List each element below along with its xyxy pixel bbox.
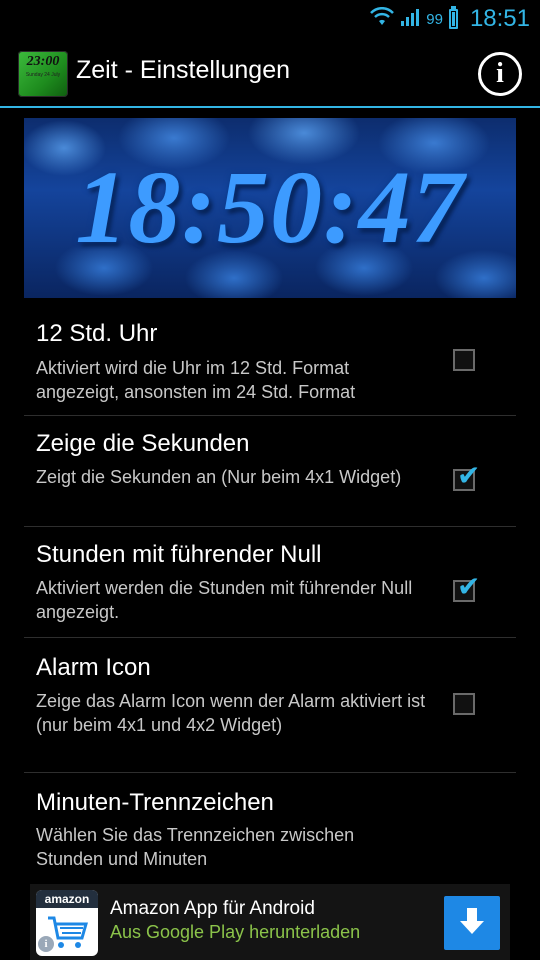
setting-summary: Wählen Sie das Trennzeichen zwischen Stu… bbox=[36, 825, 355, 869]
status-bar: 99 18:51 bbox=[0, 0, 540, 38]
page-title: Zeit - Einstellungen bbox=[76, 56, 291, 84]
setting-summary: Aktiviert wird die Uhr im 12 Std. Format… bbox=[36, 358, 356, 402]
ad-banner[interactable]: amazon i Amazon App für Android Aus Goog… bbox=[30, 884, 510, 960]
setting-12h-clock[interactable]: 12 Std. Uhr Aktiviert wird die Uhr im 12… bbox=[24, 306, 516, 416]
setting-summary: Zeigt die Sekunden an (Nur beim 4x1 Widg… bbox=[36, 467, 402, 487]
clock-preview: 18:50:47 bbox=[24, 118, 516, 298]
amazon-logo-text: amazon bbox=[44, 892, 90, 906]
ad-subtitle: Aus Google Play herunterladen bbox=[110, 922, 361, 942]
checkbox-12h-clock[interactable] bbox=[453, 349, 475, 371]
check-icon: ✔ bbox=[457, 460, 481, 491]
setting-leading-zero[interactable]: Stunden mit führender Null Aktiviert wer… bbox=[24, 527, 516, 638]
wifi-icon bbox=[370, 6, 395, 32]
settings-list: 12 Std. Uhr Aktiviert wird die Uhr im 12… bbox=[24, 306, 516, 883]
app-icon[interactable]: 23:00 Sunday 24 July bbox=[18, 51, 68, 97]
app-icon-time: 23:00 bbox=[26, 54, 60, 69]
signal-icon bbox=[400, 7, 420, 32]
setting-title: Stunden mit führender Null bbox=[36, 541, 322, 568]
setting-title: 12 Std. Uhr bbox=[36, 320, 158, 347]
download-button[interactable] bbox=[444, 896, 500, 950]
checkbox-alarm-icon[interactable] bbox=[453, 693, 475, 715]
setting-summary: Aktiviert werden die Stunden mit führend… bbox=[36, 578, 413, 622]
battery-percent: 99 bbox=[426, 10, 443, 28]
checkbox-show-seconds[interactable]: ✔ bbox=[453, 462, 480, 491]
status-icons: 99 18:51 bbox=[370, 4, 530, 34]
app-icon-date: Sunday 24 July bbox=[25, 72, 61, 78]
setting-title: Alarm Icon bbox=[36, 654, 151, 681]
info-icon[interactable]: i bbox=[478, 52, 522, 96]
status-time: 18:51 bbox=[469, 5, 530, 32]
download-arrow-icon bbox=[460, 908, 484, 934]
ad-title: Amazon App für Android bbox=[110, 898, 315, 919]
preview-clock-time: 18:50:47 bbox=[75, 150, 465, 265]
setting-summary: Zeige das Alarm Icon wenn der Alarm akti… bbox=[36, 691, 426, 735]
setting-title: Zeige die Sekunden bbox=[36, 430, 250, 457]
battery-icon bbox=[448, 6, 458, 29]
check-icon: ✔ bbox=[457, 571, 481, 602]
checkbox-leading-zero[interactable]: ✔ bbox=[453, 573, 480, 602]
setting-alarm-icon[interactable]: Alarm Icon Zeige das Alarm Icon wenn der… bbox=[24, 638, 516, 773]
setting-show-seconds[interactable]: Zeige die Sekunden Zeigt die Sekunden an… bbox=[24, 416, 516, 527]
ad-info-icon[interactable]: i bbox=[38, 936, 54, 952]
action-bar: 23:00 Sunday 24 July Zeit - Einstellunge… bbox=[0, 38, 540, 108]
setting-title: Minuten-Trennzeichen bbox=[36, 789, 274, 816]
setting-minute-separator[interactable]: Minuten-Trennzeichen Wählen Sie das Tren… bbox=[24, 773, 516, 883]
